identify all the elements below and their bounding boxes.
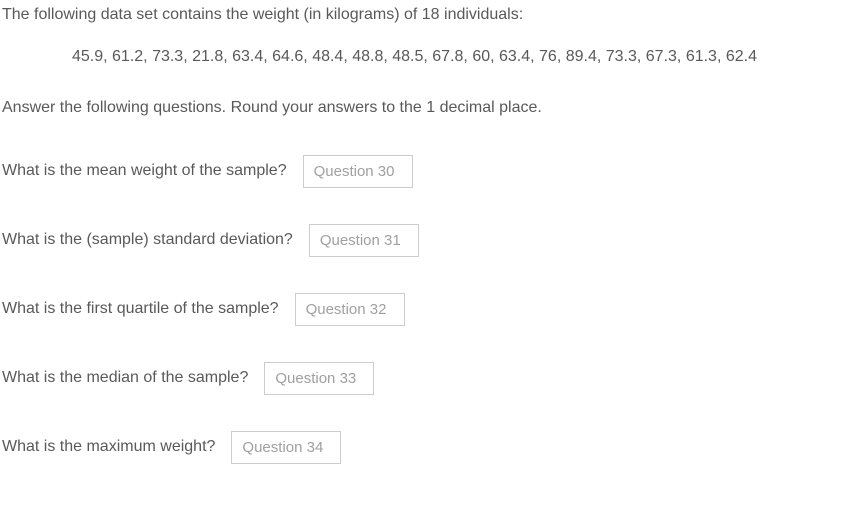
dataset-text: 45.9, 61.2, 73.3, 21.8, 63.4, 64.6, 48.4… <box>72 46 852 68</box>
answer-input-median[interactable] <box>264 362 374 395</box>
answer-input-stddev[interactable] <box>309 224 419 257</box>
question-row-q1: What is the first quartile of the sample… <box>2 293 852 326</box>
question-label-median: What is the median of the sample? <box>2 367 248 389</box>
question-row-max: What is the maximum weight? <box>2 431 852 464</box>
question-label-q1: What is the first quartile of the sample… <box>2 298 279 320</box>
question-label-stddev: What is the (sample) standard deviation? <box>2 229 293 251</box>
answer-input-mean[interactable] <box>303 155 413 188</box>
question-row-median: What is the median of the sample? <box>2 362 852 395</box>
intro-text: The following data set contains the weig… <box>2 4 852 26</box>
question-row-mean: What is the mean weight of the sample? <box>2 155 852 188</box>
answer-input-q1[interactable] <box>295 293 405 326</box>
instruction-text: Answer the following questions. Round yo… <box>2 97 852 119</box>
question-label-mean: What is the mean weight of the sample? <box>2 160 287 182</box>
question-label-max: What is the maximum weight? <box>2 436 215 458</box>
answer-input-max[interactable] <box>231 431 341 464</box>
question-row-stddev: What is the (sample) standard deviation? <box>2 224 852 257</box>
